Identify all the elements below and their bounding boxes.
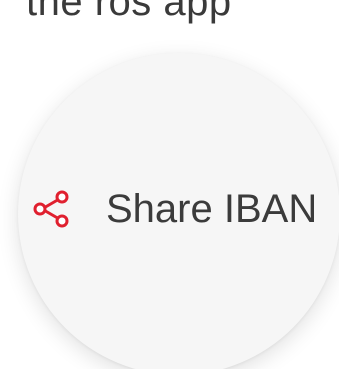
page-heading-fragment: the ros app [26,0,232,24]
share-iban-button[interactable]: Share IBAN [30,179,317,239]
magnifier-lens: Share IBAN [18,53,339,369]
share-iban-label: Share IBAN [106,187,318,231]
page: the ros app Share IBAN [0,0,339,369]
share-icon [30,188,72,230]
